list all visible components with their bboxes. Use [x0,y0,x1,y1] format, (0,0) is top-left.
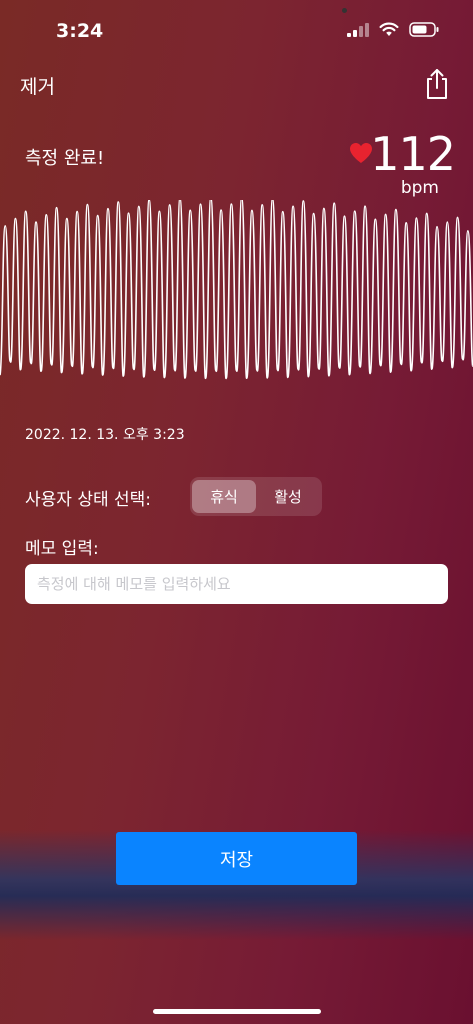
memo-label: 메모 입력: [25,539,99,559]
ecg-waveform [0,200,473,379]
save-button[interactable]: 저장 [116,832,357,885]
signal-icon [347,22,369,37]
share-icon [427,69,447,99]
remove-button[interactable]: 제거 [20,72,55,99]
user-state-segmented-control[interactable]: 휴식 활성 [190,477,322,516]
bpm-value: 112 [370,127,456,181]
segment-rest[interactable]: 휴식 [192,480,256,513]
user-state-label: 사용자 상태 선택: [25,490,152,510]
segment-active[interactable]: 활성 [256,480,320,513]
measurement-status: 측정 완료! [25,148,105,169]
bpm-unit: bpm [400,178,439,198]
battery-icon [409,22,439,37]
wifi-icon [379,22,399,36]
status-icons [347,22,439,37]
status-time: 3:24 [56,20,104,42]
measurement-timestamp: 2022. 12. 13. 오후 3:23 [25,427,185,443]
home-indicator[interactable] [153,1009,321,1014]
ecg-trace [0,200,473,379]
heart-rate-display: 112 bpm [370,127,456,198]
share-button[interactable] [423,68,451,100]
status-bar: 3:24 [0,0,473,60]
memo-input[interactable] [25,564,448,604]
camera-indicator [342,8,347,13]
